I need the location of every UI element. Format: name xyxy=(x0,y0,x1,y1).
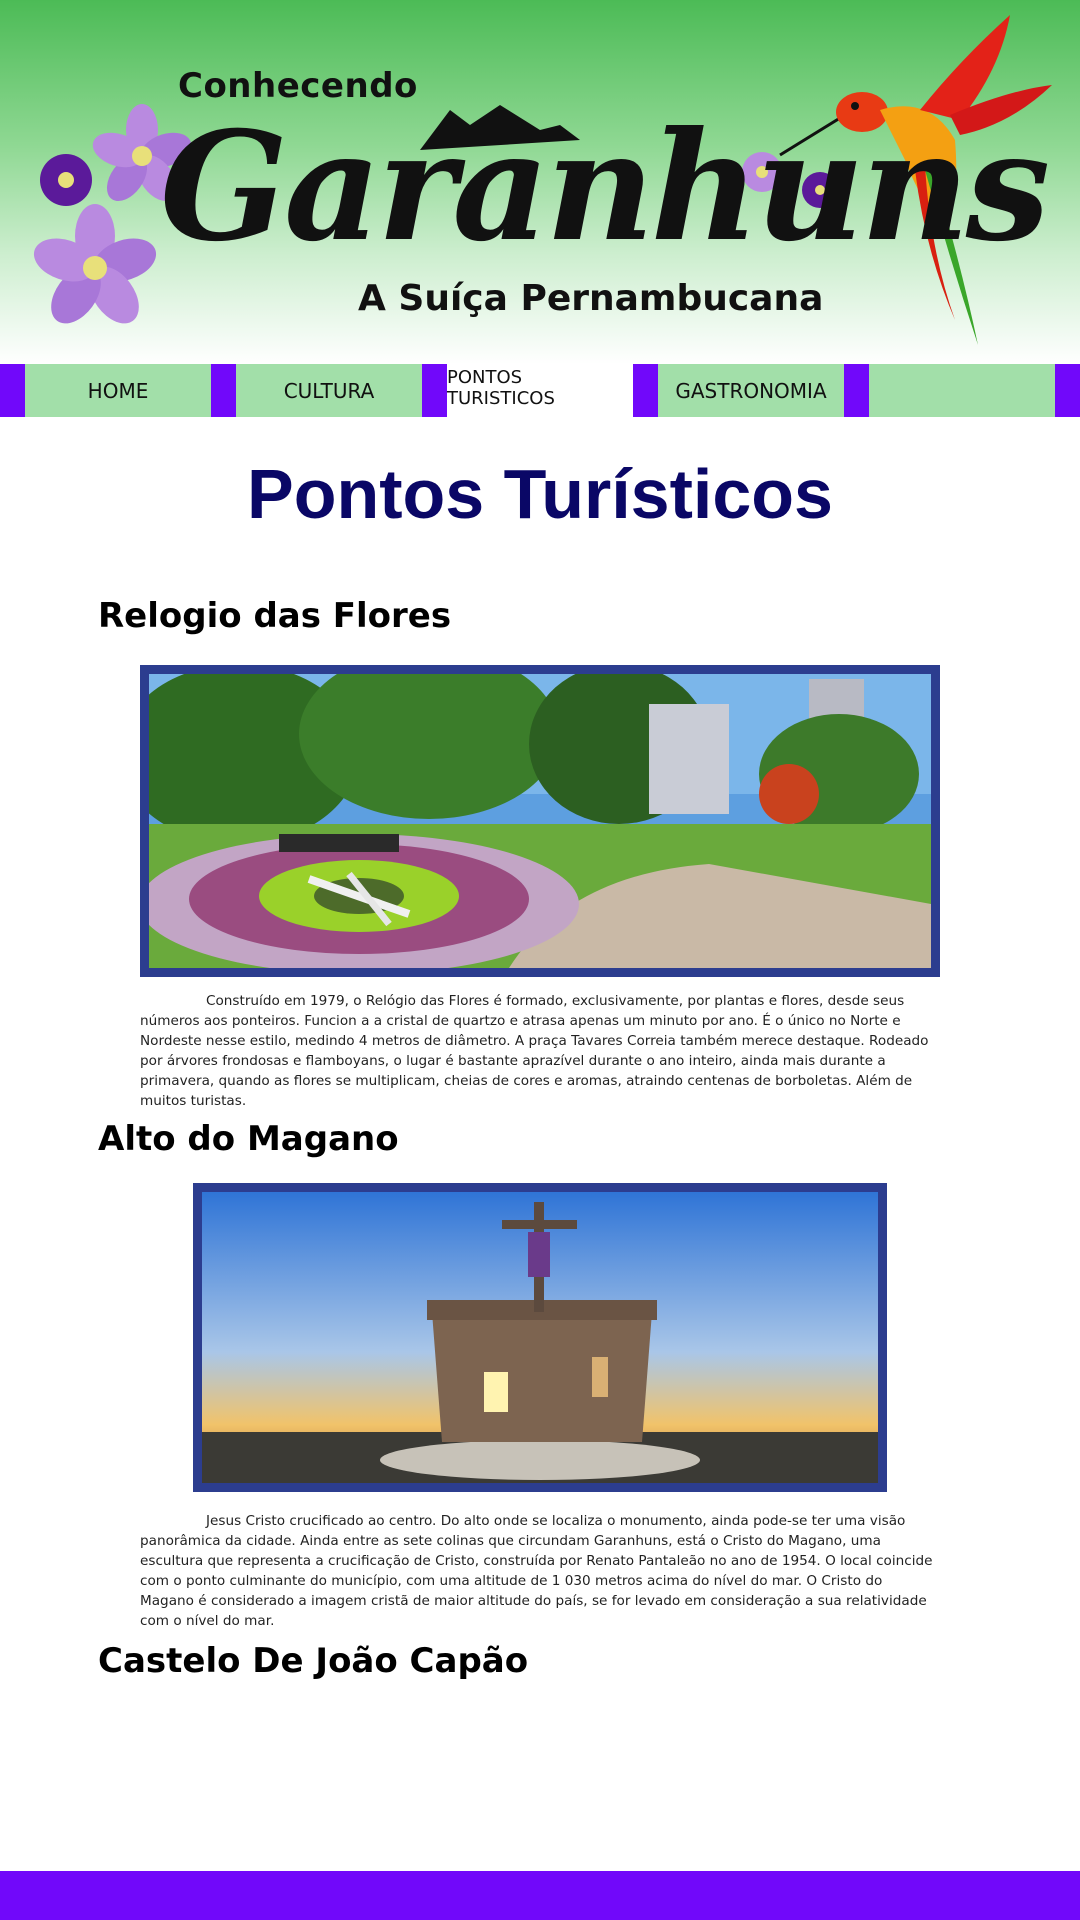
header-banner: Conhecendo Garanhuns A Suíça Pernambucan… xyxy=(0,0,1080,364)
section-text-relogio: Construído em 1979, o Relógio das Flores… xyxy=(140,993,929,1109)
section-title-relogio: Relogio das Flores xyxy=(98,596,452,636)
section-title-castelo: Castelo De João Capão xyxy=(98,1641,529,1681)
cristo-do-magano-photo xyxy=(193,1183,887,1492)
logo-title: Garanhuns xyxy=(160,99,1050,275)
nav-gastronomia[interactable]: GASTRONOMIA xyxy=(658,364,844,417)
nav-home[interactable]: HOME xyxy=(25,364,211,417)
footer-bar xyxy=(0,1871,1080,1920)
nav-pontos-turisticos[interactable]: PONTOS TURISTICOS xyxy=(447,364,633,417)
page-title: Pontos Turísticos xyxy=(247,455,833,533)
nav-empty-item[interactable] xyxy=(869,364,1055,417)
flower-clock-photo xyxy=(140,665,940,977)
logo-subtitle: A Suíça Pernambucana xyxy=(358,278,824,319)
section-title-magano: Alto do Magano xyxy=(98,1119,399,1159)
main-nav: HOME CULTURA PONTOS TURISTICOS GASTRONOM… xyxy=(0,364,1080,417)
section-text-magano: Jesus Cristo crucificado ao centro. Do a… xyxy=(140,1513,933,1629)
nav-cultura[interactable]: CULTURA xyxy=(236,364,422,417)
